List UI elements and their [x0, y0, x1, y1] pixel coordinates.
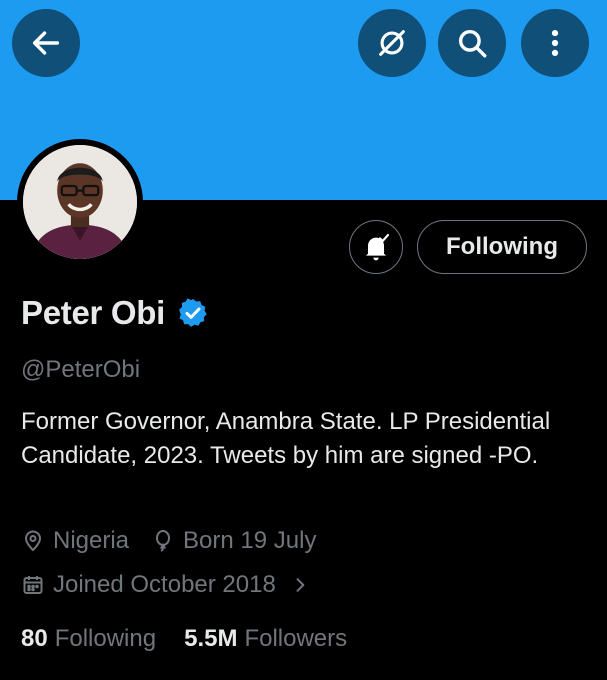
location-pin-icon — [24, 530, 42, 552]
translate-icon — [379, 30, 405, 56]
following-button[interactable]: Following — [417, 220, 587, 274]
follow-stats: 80 Following 5.5M Followers — [21, 625, 347, 653]
avatar[interactable] — [17, 139, 143, 265]
profile-photo — [23, 145, 137, 259]
following-stat[interactable]: 80 Following — [21, 625, 156, 653]
profile-bio: Former Governor, Anambra State. LP Presi… — [21, 408, 551, 469]
verified-badge-icon[interactable] — [177, 297, 209, 329]
calendar-icon — [23, 576, 43, 594]
following-count: 80 — [21, 625, 48, 652]
joined-text: Joined October 2018 — [53, 571, 276, 598]
username-handle: @PeterObi — [21, 356, 141, 383]
more-options-button[interactable] — [521, 9, 589, 77]
profile-meta-row: Nigeria Born 19 July — [21, 527, 316, 555]
back-button[interactable] — [12, 9, 80, 77]
bell-check-icon — [366, 233, 390, 261]
followers-count: 5.5M — [184, 625, 238, 652]
birthday-item: Born 19 July — [151, 527, 316, 555]
name-row: Peter Obi — [21, 294, 209, 332]
followers-label: Followers — [244, 625, 348, 652]
joined-row[interactable]: Joined October 2018 — [21, 571, 318, 599]
following-label: Following — [54, 625, 157, 652]
translate-button[interactable] — [358, 9, 426, 77]
arrow-left-icon — [32, 31, 60, 55]
location-text: Nigeria — [53, 527, 130, 554]
chevron-right-icon — [296, 578, 305, 592]
display-name: Peter Obi — [21, 294, 166, 331]
more-vertical-icon — [551, 29, 559, 57]
balloon-icon — [156, 530, 171, 552]
followers-stat[interactable]: 5.5M Followers — [184, 625, 347, 653]
birthday-text: Born 19 July — [183, 527, 317, 554]
search-button[interactable] — [438, 9, 506, 77]
notify-bell-button[interactable] — [349, 220, 403, 274]
search-icon — [458, 29, 487, 58]
location-item: Nigeria — [21, 527, 129, 555]
